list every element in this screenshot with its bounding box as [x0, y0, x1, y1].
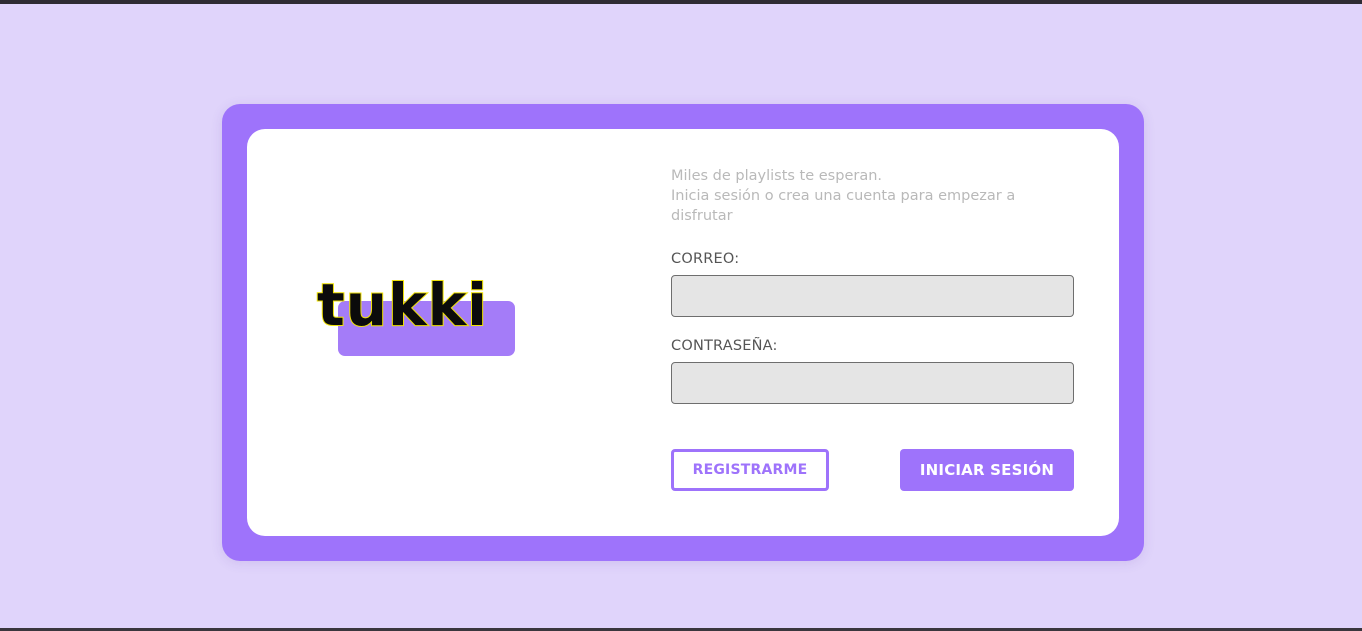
login-button[interactable]: INICIAR SESIÓN: [900, 449, 1074, 491]
password-field[interactable]: [671, 362, 1074, 404]
login-card: tukki Miles de playlists te esperan. Ini…: [247, 129, 1119, 536]
browser-top-edge: [0, 0, 1362, 4]
register-button[interactable]: REGISTRARME: [671, 449, 829, 491]
login-card-frame: tukki Miles de playlists te esperan. Ini…: [222, 104, 1144, 561]
email-field[interactable]: [671, 275, 1074, 317]
intro-text: Miles de playlists te esperan. Inicia se…: [671, 166, 1051, 226]
email-label: CORREO:: [671, 251, 740, 267]
intro-line-1: Miles de playlists te esperan.: [671, 168, 883, 184]
logo-wordmark: tukki: [316, 271, 489, 339]
intro-line-2: Inicia sesión o crea una cuenta para emp…: [671, 188, 1016, 224]
password-label: CONTRASEÑA:: [671, 338, 778, 354]
tukki-logo: tukki: [316, 275, 517, 356]
